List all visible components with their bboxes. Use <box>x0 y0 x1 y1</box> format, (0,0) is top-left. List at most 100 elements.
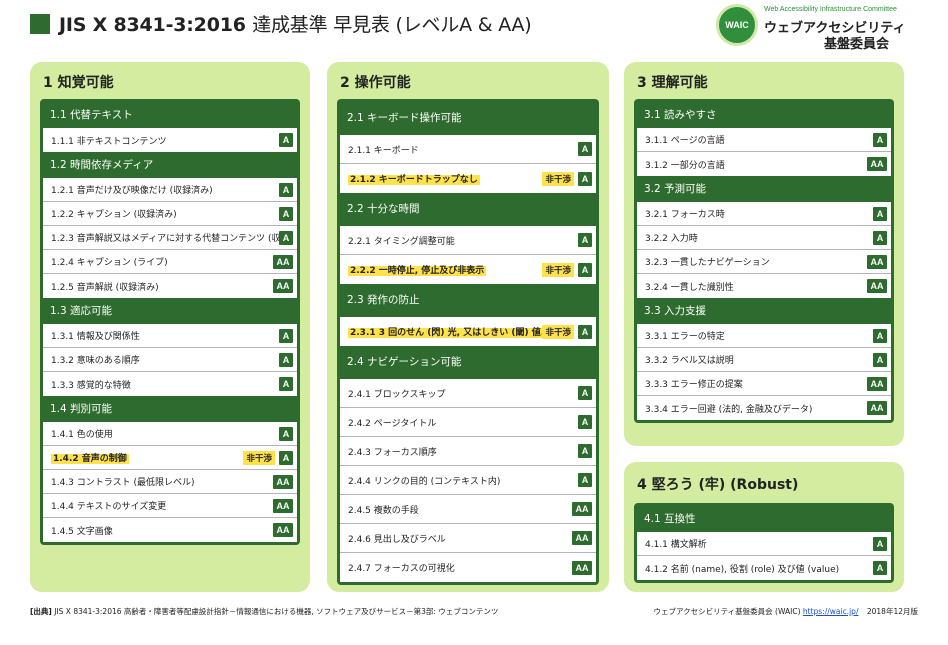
criterion-label: 2.3.1 3 回のせん (閃) 光, 又はしきい (閾) 値以下 <box>348 325 543 338</box>
criterion-row: 2.4.2 ページタイトル A <box>340 408 596 437</box>
criterion-row: 3.2.4 一貫した識別性 AA <box>637 274 891 298</box>
criteria-list: 2.4.1 ブロックスキップ A 2.4.2 ページタイトル A 2.4.3 フォーカス… <box>340 379 596 582</box>
criterion-label: 2.1.2 キーボードトラップなし <box>348 172 542 185</box>
criterion-row: 4.1.2 名前 (name), 役割 (role) 及び値 (value) A <box>637 556 891 580</box>
criterion-label: 3.2.2 入力時 <box>645 231 873 244</box>
waic-logo: WAIC Web Accessibility Infrastructure Co… <box>716 4 916 52</box>
source-tag: [出典] <box>30 607 52 616</box>
criterion-label-text: 2.2.1 タイミング調整可能 <box>348 236 455 247</box>
criterion-row: 1.2.2 キャプション (収録済み) A <box>43 202 297 226</box>
criterion-label-text: 2.3.1 3 回のせん (閃) 光, 又はしきい (閾) 値以下 <box>348 328 543 338</box>
criterion-label: 2.4.2 ページタイトル <box>348 416 578 429</box>
section-heading: 1.4 判別可能 <box>50 403 113 415</box>
page-title: JIS X 8341-3:2016 達成基準 早見表 (レベルA & AA) <box>59 10 532 37</box>
level-badge: A <box>578 386 592 400</box>
criterion-label-text: 2.1.1 キーボード <box>348 145 419 156</box>
section-heading: 2.4 ナビゲーション可能 <box>347 356 462 368</box>
level-badge: AA <box>867 157 887 171</box>
level-badge: A <box>873 230 887 245</box>
criterion-label: 1.2.5 音声解説 (収録済み) <box>51 280 273 293</box>
criterion-label: 3.2.4 一貫した識別性 <box>645 280 867 293</box>
criterion-row: 1.2.5 音声解説 (収録済み) AA <box>43 274 297 298</box>
criterion-label: 3.1.2 一部分の言語 <box>645 158 867 171</box>
criterion-label-text: 1.4.2 音声の制御 <box>51 454 129 464</box>
level-badge: AA <box>867 279 887 293</box>
criterion-row: 3.3.3 エラー修正の提案 AA <box>637 372 891 396</box>
criterion-label: 2.2.2 一時停止, 停止及び非表示 <box>348 263 542 276</box>
level-badge: AA <box>572 560 592 575</box>
principle-title: 3 理解可能 <box>637 75 708 91</box>
criteria-list: 1.4.1 色の使用 A 1.4.2 音声の制御 非干渉 A 1.4.3 コントラスト (… <box>43 422 297 542</box>
criterion-label: 2.4.6 見出し及びラベル <box>348 532 572 545</box>
level-badge: AA <box>572 531 592 545</box>
level-badge: A <box>873 328 887 343</box>
footer-org: ウェブアクセシビリティ基盤委員会 (WAIC) <box>653 607 803 616</box>
criterion-row: 3.2.1 フォーカス時 A <box>637 202 891 226</box>
criterion-row: 3.2.2 入力時 A <box>637 226 891 250</box>
criterion-row: 2.4.5 複数の手段 AA <box>340 495 596 524</box>
criterion-label: 1.2.1 音声だけ及び映像だけ (収録済み) <box>51 183 279 196</box>
criteria-list: 3.2.1 フォーカス時 A 3.2.2 入力時 A 3.2.3 一貫したナビゲーション… <box>637 202 891 298</box>
level-badge: A <box>578 324 592 339</box>
criterion-row: 2.4.3 フォーカス順序 A <box>340 437 596 466</box>
level-badge: AA <box>273 254 293 269</box>
level-badge: A <box>279 182 293 197</box>
level-badge: A <box>873 536 887 551</box>
criterion-row: 2.4.1 ブロックスキップ A <box>340 379 596 408</box>
principle-box: 3.1 読みやすさ 3.1.1 ページの言語 A 3.1.2 一部分の言語 AA 3.… <box>634 99 894 423</box>
level-badge: A <box>279 426 293 441</box>
level-badge: A <box>279 450 293 465</box>
level-badge: AA <box>273 498 293 513</box>
criterion-label: 2.4.4 リンクの目的 (コンテキスト内) <box>348 474 578 487</box>
source-text: JIS X 8341-3:2016 高齢者・障害者等配慮設計指針－情報通信におけ… <box>51 607 499 616</box>
title-main: JIS X 8341-3:2016 <box>59 14 246 36</box>
criteria-list: 1.2.1 音声だけ及び映像だけ (収録済み) A 1.2.2 キャプション (収録… <box>43 178 297 298</box>
principle-box: 4.1 互換性 4.1.1 構文解析 A 4.1.2 名前 (name), 役割 (… <box>634 503 894 583</box>
section-heading: 3.2 予測可能 <box>644 183 707 195</box>
criterion-label-text: 2.2.2 一時停止, 停止及び非表示 <box>348 266 487 276</box>
level-badge: AA <box>273 279 293 293</box>
criterion-label: 1.3.1 情報及び関係性 <box>51 329 279 342</box>
criterion-row: 1.4.1 色の使用 A <box>43 422 297 446</box>
criterion-row: 3.3.1 エラーの特定 A <box>637 324 891 348</box>
criterion-label-text: 1.2.2 キャプション (収録済み) <box>51 210 177 220</box>
non-interference-badge: 非干渉 <box>542 262 574 277</box>
criterion-row: 3.3.2 ラベル又は説明 A <box>637 348 891 372</box>
criteria-list: 3.1.1 ページの言語 A 3.1.2 一部分の言語 AA <box>637 128 891 176</box>
level-badge: A <box>279 352 293 367</box>
criterion-label: 3.3.2 ラベル又は説明 <box>645 353 873 366</box>
criterion-row: 2.4.6 見出し及びラベル AA <box>340 524 596 553</box>
criterion-row: 1.4.5 文字画像 AA <box>43 518 297 542</box>
criterion-label: 4.1.2 名前 (name), 役割 (role) 及び値 (value) <box>645 562 873 575</box>
criterion-label-text: 2.4.1 ブロックスキップ <box>348 389 446 400</box>
criterion-label: 1.2.3 音声解説又はメディアに対する代替コンテンツ (収録済み) <box>51 231 279 244</box>
source-citation: [出典] JIS X 8341-3:2016 高齢者・障害者等配慮設計指針－情報… <box>30 606 498 617</box>
criterion-label: 1.4.3 コントラスト (最低限レベル) <box>51 475 273 488</box>
title-square-icon <box>30 13 50 34</box>
criterion-label-text: 3.3.4 エラー回避 (法的, 金融及びデータ) <box>645 404 813 415</box>
criterion-label-text: 3.2.2 入力時 <box>645 234 698 244</box>
page-header: JIS X 8341-3:2016 達成基準 早見表 (レベルA & AA) <box>30 10 532 37</box>
section-heading: 1.3 適応可能 <box>50 305 113 317</box>
criterion-label: 1.3.3 感覚的な特徴 <box>51 378 279 391</box>
criterion-label-text: 2.4.4 リンクの目的 (コンテキスト内) <box>348 476 501 487</box>
criterion-label-text: 2.4.3 フォーカス順序 <box>348 447 437 458</box>
criterion-row: 2.4.7 フォーカスの可視化 AA <box>340 553 596 582</box>
criterion-label: 3.2.3 一貫したナビゲーション <box>645 255 867 268</box>
criterion-label: 2.2.1 タイミング調整可能 <box>348 234 578 247</box>
level-badge: A <box>279 206 293 221</box>
criterion-row: 1.3.2 意味のある順序 A <box>43 348 297 372</box>
principle-title: 4 堅ろう (牢) (Robust) <box>637 477 799 493</box>
criterion-label-text: 2.4.6 見出し及びラベル <box>348 534 446 545</box>
section-heading: 1.1 代替テキスト <box>50 109 133 121</box>
section-heading: 3.3 入力支援 <box>644 305 707 317</box>
level-badge: AA <box>867 376 887 391</box>
criterion-label: 3.1.1 ページの言語 <box>645 133 873 146</box>
criterion-label-text: 4.1.1 構文解析 <box>645 540 707 550</box>
criterion-row: 2.2.2 一時停止, 停止及び非表示 非干渉 A <box>340 255 596 284</box>
principle-box: 2.1 キーボード操作可能 2.1.1 キーボード A 2.1.2 キーボードトラッ… <box>337 99 599 585</box>
criterion-label: 3.2.1 フォーカス時 <box>645 207 873 220</box>
waic-link[interactable]: https://waic.jp/ <box>803 607 859 616</box>
criterion-label: 4.1.1 構文解析 <box>645 537 873 550</box>
level-badge: A <box>279 328 293 343</box>
